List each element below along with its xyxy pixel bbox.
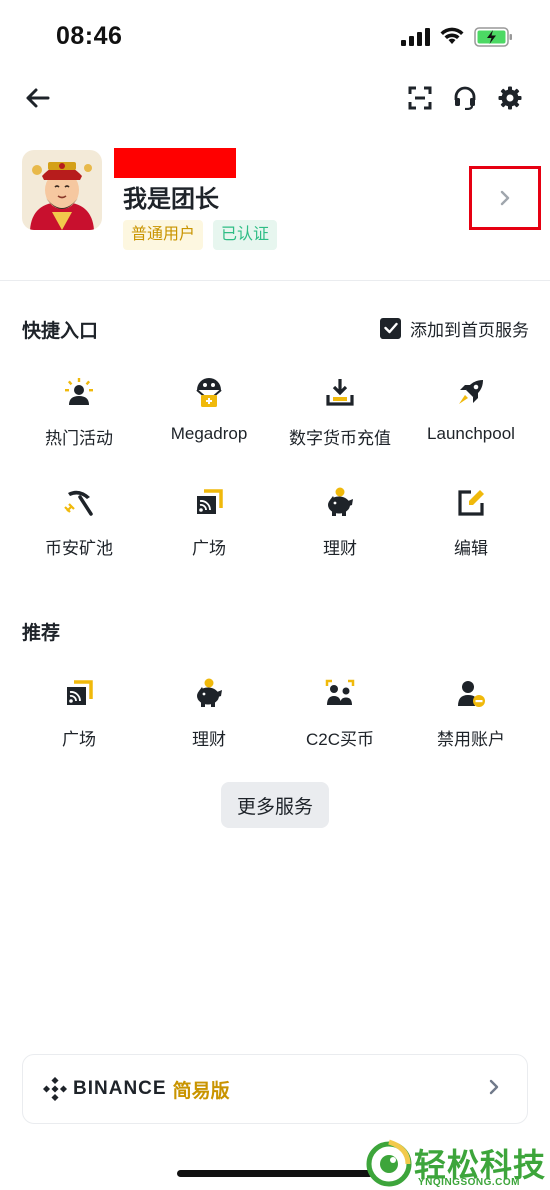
watermark: 轻松科技 YNQINGSONG.COM [362, 1138, 550, 1190]
battery-charging-icon [474, 27, 512, 47]
add-to-home-toggle[interactable]: 添加到首页服务 [380, 316, 529, 340]
arrow-left-icon [26, 88, 50, 108]
headset-icon [454, 86, 476, 110]
add-to-home-checkbox[interactable] [380, 317, 401, 339]
avatar[interactable] [22, 150, 102, 230]
scan-icon [408, 86, 432, 110]
add-to-home-label: 添加到首页服务 [410, 320, 529, 340]
settings-button[interactable] [490, 78, 530, 118]
back-button[interactable] [17, 78, 57, 118]
chevron-right-icon [489, 1079, 499, 1095]
wifi-icon [440, 27, 464, 44]
recommended-label: 理财 [192, 730, 226, 749]
lite-brand: BINANCE [73, 1078, 167, 1099]
shortcut-label: 热门活动 [45, 429, 113, 448]
piggy-bank-icon [322, 484, 358, 520]
shortcut-label: 广场 [192, 539, 226, 558]
shortcut-label: Launchpool [427, 424, 515, 443]
verified-badge: 已认证 [213, 220, 278, 250]
support-button[interactable] [445, 78, 485, 118]
c2c-icon [322, 675, 358, 711]
profile-detail-button[interactable] [469, 166, 541, 230]
recommended-title: 推荐 [22, 623, 61, 644]
lite-subtitle: 简易版 [172, 1080, 230, 1102]
shortcut-megadrop[interactable]: Megadrop [144, 374, 274, 464]
recommended-c2c[interactable]: C2C买币 [275, 675, 405, 765]
piggy-bank-icon [191, 675, 227, 711]
pickaxe-icon [61, 484, 97, 520]
square-feed-icon [191, 484, 227, 520]
watermark-url: YNQINGSONG.COM [418, 1177, 521, 1188]
shortcut-deposit[interactable]: 数字货币充值 [275, 374, 405, 464]
recommended-square[interactable]: 广场 [14, 675, 144, 765]
gear-icon [498, 86, 522, 110]
edit-icon [453, 484, 489, 520]
hot-activity-icon [61, 374, 97, 410]
disable-account-icon [453, 675, 489, 711]
recommended-earn[interactable]: 理财 [144, 675, 274, 765]
megadrop-icon [191, 374, 227, 410]
shortcut-label: 理财 [323, 539, 357, 558]
quick-access-title: 快捷入口 [22, 321, 99, 342]
status-time: 08:46 [56, 22, 123, 50]
avatar-image [22, 150, 102, 230]
shortcut-label: 币安矿池 [45, 539, 113, 558]
shortcut-edit[interactable]: 编辑 [406, 484, 536, 574]
deposit-icon [322, 374, 358, 410]
recommended-disable-account[interactable]: 禁用账户 [406, 675, 536, 765]
rocket-icon [453, 374, 489, 410]
binance-lite-card[interactable]: BINANCE 简易版 [22, 1054, 528, 1124]
binance-logo-icon [43, 1077, 67, 1101]
shortcut-mining-pool[interactable]: 币安矿池 [14, 484, 144, 574]
scan-button[interactable] [400, 78, 440, 118]
square-feed-icon [61, 675, 97, 711]
shortcut-label: Megadrop [170, 424, 248, 443]
shortcut-launchpool[interactable]: Launchpool [406, 374, 536, 464]
watermark-logo-icon [366, 1139, 412, 1187]
recommended-label: C2C买币 [305, 730, 374, 749]
shortcut-square[interactable]: 广场 [144, 484, 274, 574]
shortcut-label: 编辑 [454, 539, 488, 558]
shortcut-hot-activity[interactable]: 热门活动 [14, 374, 144, 464]
redacted-uid-block [114, 148, 236, 178]
chevron-right-icon [500, 190, 510, 206]
top-nav [0, 78, 550, 118]
profile-header: 我是团长 普通用户 已认证 [0, 146, 550, 250]
shortcut-label: 数字货币充值 [289, 429, 391, 448]
username: 我是团长 [123, 186, 219, 213]
more-services-button[interactable]: 更多服务 [221, 782, 329, 828]
shortcut-earn[interactable]: 理财 [275, 484, 405, 574]
status-bar: 08:46 [0, 0, 550, 70]
cellular-signal-icon [401, 28, 430, 46]
recommended-label: 禁用账户 [437, 730, 505, 749]
user-level-badge: 普通用户 [123, 220, 204, 250]
recommended-label: 广场 [62, 730, 96, 749]
divider [0, 280, 550, 281]
home-indicator [177, 1170, 373, 1177]
checkmark-icon [383, 322, 398, 334]
